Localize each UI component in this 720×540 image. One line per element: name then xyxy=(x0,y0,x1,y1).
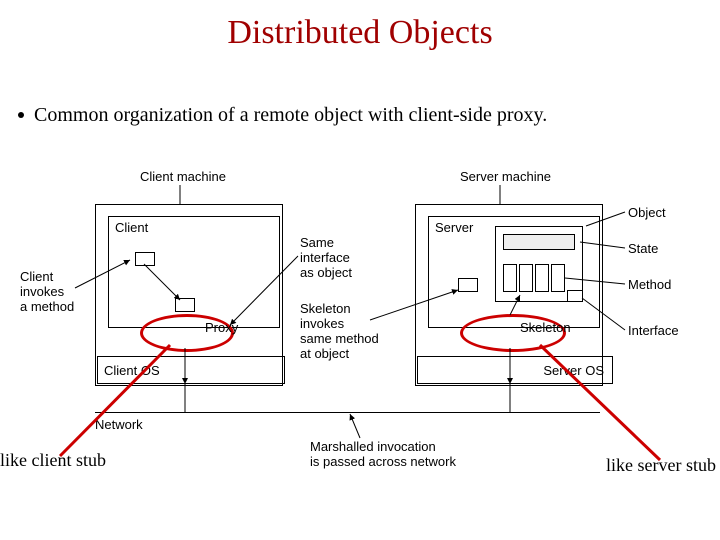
interface-notch xyxy=(567,290,583,302)
client-inner-rect-2 xyxy=(175,298,195,312)
label-network: Network xyxy=(95,418,143,433)
network-line xyxy=(95,412,600,413)
method-slot-3 xyxy=(535,264,549,292)
method-slot-4 xyxy=(551,264,565,292)
client-os-box: Client OS xyxy=(97,356,285,384)
bullet-text: Common organization of a remote object w… xyxy=(34,104,547,126)
label-method: Method xyxy=(628,278,671,293)
client-box-label: Client xyxy=(115,220,148,235)
page-title: Distributed Objects xyxy=(0,0,720,52)
client-os-label: Client OS xyxy=(104,363,160,378)
method-slot-2 xyxy=(519,264,533,292)
method-slot-1 xyxy=(503,264,517,292)
diagram-area: Client machine Server machine Client Pro… xyxy=(20,160,700,480)
label-skeleton: Skeleton xyxy=(520,321,571,336)
server-inner-rect-1 xyxy=(458,278,478,292)
label-server-machine: Server machine xyxy=(460,170,551,185)
label-object: Object xyxy=(628,206,666,221)
bullet-dot-icon xyxy=(18,112,24,118)
annotation-like-server-stub: like server stub xyxy=(606,455,716,476)
server-box-label: Server xyxy=(435,220,473,235)
label-client-invokes: Client invokes a method xyxy=(20,270,74,315)
label-client-machine: Client machine xyxy=(140,170,226,185)
label-proxy: Proxy xyxy=(205,321,238,336)
server-os-label: Server OS xyxy=(543,363,604,378)
label-interface: Interface xyxy=(628,324,679,339)
client-inner-rect-1 xyxy=(135,252,155,266)
label-marshalled: Marshalled invocation is passed across n… xyxy=(310,440,456,470)
server-os-box: Server OS xyxy=(417,356,613,384)
label-same-interface: Same interface as object xyxy=(300,236,352,281)
label-state: State xyxy=(628,242,658,257)
label-skeleton-invokes: Skeleton invokes same method at object xyxy=(300,302,379,362)
annotation-like-client-stub: like client stub xyxy=(0,450,106,471)
bullet-line: Common organization of a remote object w… xyxy=(18,104,547,127)
state-bar xyxy=(503,234,575,250)
